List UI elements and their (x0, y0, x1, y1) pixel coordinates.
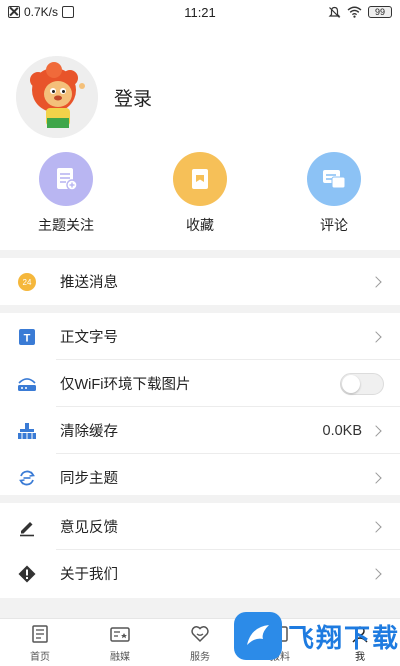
service-icon (189, 623, 211, 645)
menu-label: 正文字号 (60, 330, 118, 346)
tab-label: 服务 (190, 651, 210, 663)
svg-text:T: T (24, 332, 31, 344)
wifi-download-icon (16, 373, 38, 395)
quick-action-favorites[interactable]: 收藏 (150, 152, 250, 235)
login-link[interactable]: 登录 (114, 84, 152, 111)
menu-label: 仅WiFi环境下载图片 (60, 377, 191, 393)
menu-label: 关于我们 (60, 567, 118, 583)
avatar[interactable] (16, 56, 98, 138)
lion-mascot-icon (16, 56, 98, 138)
clear-cache-icon (16, 420, 38, 442)
tab-home[interactable]: 首页 (0, 619, 80, 666)
chevron-right-icon (370, 330, 382, 343)
sync-subject-icon (16, 467, 38, 489)
battery-indicator: 99 (368, 6, 392, 18)
profile-header[interactable]: 登录 (16, 56, 152, 138)
tab-label: 首页 (30, 651, 50, 663)
menu-row-push-messages[interactable]: 24 推送消息 (0, 258, 400, 305)
quick-action-subject-follow[interactable]: 主题关注 (16, 152, 116, 235)
menu-label: 清除缓存 (60, 424, 118, 440)
tab-service[interactable]: 服务 (160, 619, 240, 666)
section-divider (0, 495, 400, 503)
media-icon (109, 623, 131, 645)
push-message-icon: 24 (16, 271, 38, 293)
status-left: 0.7K/s (8, 5, 148, 19)
status-right: 99 (252, 6, 392, 19)
chevron-right-icon (370, 471, 382, 484)
notification-close-icon (8, 6, 20, 18)
status-bar: 0.7K/s 11:21 99 (0, 0, 400, 24)
toggle-knob (342, 374, 360, 393)
chevron-right-icon (370, 567, 382, 580)
font-size-icon: T (16, 326, 38, 348)
tab-label: 融媒 (110, 651, 130, 663)
menu-row-wifi-only-images: 仅WiFi环境下载图片 (0, 360, 400, 407)
menu-row-sync-subjects[interactable]: 同步主题 (0, 454, 400, 501)
section-divider (0, 305, 400, 313)
watermark-logo-icon (234, 612, 282, 660)
menu-label: 同步主题 (60, 471, 118, 487)
menu-row-font-size[interactable]: T 正文字号 (0, 313, 400, 360)
menu-label: 推送消息 (60, 275, 118, 291)
section-divider (0, 250, 400, 258)
favorites-icon (173, 152, 227, 206)
site-watermark: 飞翔下载 (234, 606, 400, 666)
wifi-icon (347, 6, 362, 18)
menu-row-clear-cache[interactable]: 清除缓存 0.0KB (0, 407, 400, 454)
wifi-only-toggle[interactable] (340, 372, 384, 395)
chevron-right-icon (370, 424, 382, 437)
cache-size-value: 0.0KB (322, 422, 363, 439)
quick-action-label: 评论 (320, 217, 348, 233)
subject-follow-icon (39, 152, 93, 206)
quick-action-comments[interactable]: 评论 (284, 152, 384, 235)
feedback-icon (16, 516, 38, 538)
quick-action-label: 收藏 (186, 217, 214, 233)
network-speed: 0.7K/s (24, 5, 59, 19)
quick-actions: 主题关注 收藏 评论 (0, 152, 400, 235)
comments-icon (307, 152, 361, 206)
home-icon (29, 623, 51, 645)
menu-label: 意见反馈 (60, 520, 118, 536)
clock: 11:21 (184, 4, 216, 20)
mute-bell-icon (328, 6, 341, 18)
tab-media[interactable]: 融媒 (80, 619, 160, 666)
about-us-icon (16, 563, 38, 585)
chevron-right-icon (370, 520, 382, 533)
chevron-right-icon (370, 275, 382, 288)
quick-action-label: 主题关注 (38, 217, 94, 233)
svg-text:24: 24 (23, 278, 32, 287)
menu-row-about-us[interactable]: 关于我们 (0, 550, 400, 597)
screenshot-icon (62, 6, 75, 18)
menu-row-feedback[interactable]: 意见反馈 (0, 503, 400, 550)
watermark-text: 飞翔下载 (288, 622, 400, 653)
